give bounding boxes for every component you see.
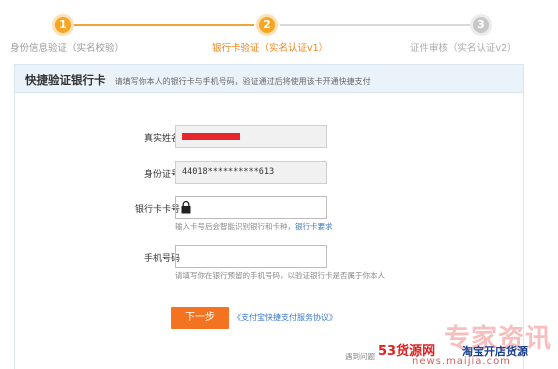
card-requirements-link[interactable]: 银行卡要求 — [295, 222, 333, 231]
step-1-label: 身份信息验证（实名校验） — [10, 43, 125, 54]
phone-hint: 请填写你在银行预留的手机号码，以验证银行卡是否属于你本人 — [175, 271, 385, 280]
next-step-button[interactable]: 下一步 — [171, 307, 229, 329]
card-hint: 输入卡号后会智能识别银行和卡种，银行卡要求 — [175, 221, 333, 232]
progress-steps: 1 2 3 身份信息验证（实名校验） 银行卡验证（实名认证v1） 证件审核（实名… — [0, 0, 558, 62]
lock-icon — [181, 201, 191, 214]
progress-line-complete — [70, 24, 254, 26]
step-2-circle: 2 — [256, 14, 278, 36]
panel-subtitle: 请填写你本人的银行卡与手机号码，验证通过后将使用该卡开通快捷支付 — [114, 77, 371, 86]
masked-name-redaction — [182, 133, 240, 140]
bank-card-verify-panel: 快捷验证银行卡 请填写你本人的银行卡与手机号码，验证通过后将使用该卡开通快捷支付… — [14, 64, 524, 369]
real-name-field — [175, 125, 327, 148]
panel-header: 快捷验证银行卡 请填写你本人的银行卡与手机号码，验证通过后将使用该卡开通快捷支付 — [15, 65, 523, 93]
step-2-label: 银行卡验证（实名认证v1） — [212, 43, 329, 54]
panel-title: 快捷验证银行卡 — [25, 73, 106, 87]
progress-line-pending — [280, 24, 470, 26]
card-label: 银行卡卡号 — [134, 205, 180, 215]
phone-input[interactable] — [175, 245, 327, 268]
step-3-label: 证件审核（实名认证v2） — [410, 43, 517, 54]
card-hint-text: 输入卡号后会智能识别银行和卡种， — [175, 222, 295, 231]
help-link[interactable]: 遇到问题 — [345, 351, 375, 362]
step-1-circle: 1 — [52, 14, 74, 36]
service-agreement-link[interactable]: 《支付宝快捷支付服务协议》 — [233, 312, 337, 323]
id-number-field: 44018**********613 — [175, 161, 327, 184]
bank-card-input[interactable] — [175, 196, 327, 219]
step-3-circle: 3 — [470, 14, 492, 36]
